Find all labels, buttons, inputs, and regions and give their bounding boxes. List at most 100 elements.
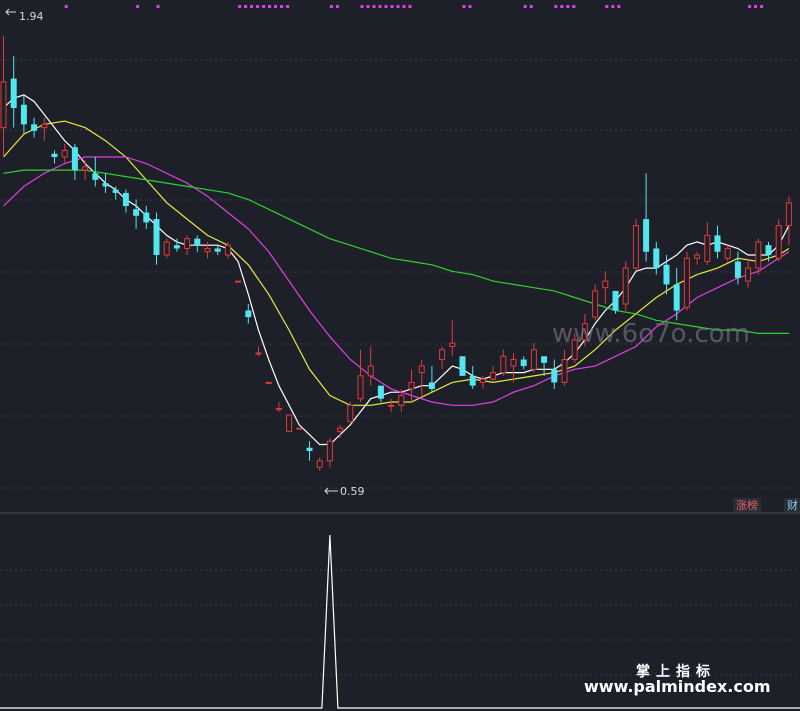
- candle-body: [31, 124, 38, 131]
- candle-body: [326, 440, 333, 462]
- candle-up: [500, 349, 507, 376]
- candle-up: [724, 245, 731, 262]
- svg-text:财: 财: [787, 498, 798, 512]
- signal-marker: [384, 5, 388, 8]
- candle-body: [102, 183, 109, 187]
- candle-down: [653, 241, 660, 275]
- candle-body: [418, 365, 425, 374]
- low-price-label: 0.59: [340, 485, 365, 498]
- candle-up: [530, 343, 537, 373]
- signal-marker: [256, 5, 260, 8]
- signal-marker: [274, 5, 278, 8]
- candle-down: [551, 359, 558, 389]
- candle-body: [214, 248, 221, 252]
- finance-tag[interactable]: 财: [784, 498, 800, 512]
- candle-up: [694, 251, 701, 265]
- signal-marker: [366, 5, 370, 8]
- signal-marker: [268, 5, 272, 8]
- candle-body: [663, 264, 670, 285]
- candle-up: [592, 284, 599, 321]
- candle-up: [265, 381, 272, 384]
- candle-up: [388, 398, 395, 412]
- candle-up: [632, 219, 639, 272]
- signal-marker: [329, 5, 333, 8]
- signal-marker: [572, 5, 576, 8]
- signal-marker: [754, 5, 758, 8]
- candle-body: [133, 209, 140, 216]
- candle-body: [694, 254, 701, 259]
- candle-body: [653, 248, 660, 269]
- signal-marker: [408, 5, 412, 8]
- candle-down: [612, 290, 619, 314]
- signal-marker: [566, 5, 570, 8]
- candle-body: [490, 372, 497, 380]
- candle-body: [683, 257, 690, 308]
- low-annotation: 0.59: [324, 485, 365, 498]
- candle-up: [286, 414, 293, 432]
- moving-average-line: [3, 94, 790, 446]
- candle-up: [785, 196, 792, 246]
- candle-down: [71, 143, 78, 180]
- candle-body: [734, 261, 741, 278]
- candle-body: [41, 123, 48, 129]
- candle-body: [785, 202, 792, 227]
- candle-down: [214, 245, 221, 255]
- candle-down: [469, 366, 476, 389]
- candle-body: [439, 349, 446, 361]
- candle-body: [122, 192, 129, 206]
- signal-marker: [286, 5, 290, 8]
- candle-down: [459, 356, 466, 376]
- candle-body: [449, 342, 456, 347]
- signal-marker: [378, 5, 382, 8]
- candle-body: [204, 247, 211, 253]
- candle-body: [592, 290, 599, 318]
- candle-up: [275, 402, 282, 412]
- signal-marker: [605, 5, 609, 8]
- candle-body: [112, 189, 119, 193]
- candle-body: [704, 234, 711, 263]
- candle-up: [490, 366, 497, 383]
- candle-body: [469, 375, 476, 386]
- candle-body: [10, 78, 17, 108]
- signal-marker: [396, 5, 400, 8]
- moving-averages: [3, 94, 790, 446]
- candle-body: [92, 173, 99, 180]
- candle-body: [765, 245, 772, 255]
- signal-marker: [390, 5, 394, 8]
- candle-body: [163, 241, 170, 256]
- candle-body: [612, 290, 619, 311]
- candle-body: [194, 238, 201, 246]
- candle-body: [0, 81, 7, 129]
- candle-up: [449, 320, 456, 357]
- moving-average-line: [3, 120, 790, 406]
- candle-body: [184, 238, 191, 249]
- candle-down: [133, 199, 140, 229]
- top-markers: [64, 5, 764, 8]
- candle-up: [418, 359, 425, 396]
- candle-body: [71, 147, 78, 171]
- candle-up: [367, 346, 374, 386]
- candle-down: [194, 235, 201, 252]
- candle-body: [541, 356, 548, 363]
- limit-up-tag[interactable]: 涨榜: [733, 498, 761, 512]
- high-price-label: 1.94: [19, 10, 44, 23]
- candle-up: [683, 251, 690, 311]
- signal-marker: [760, 5, 764, 8]
- candle-body: [306, 447, 313, 451]
- candle-up: [510, 353, 517, 383]
- candle-body: [428, 382, 435, 389]
- candle-down: [541, 356, 548, 376]
- candle-body: [82, 166, 89, 171]
- candle-body: [388, 404, 395, 407]
- candle-down: [10, 55, 17, 128]
- candle-up: [704, 222, 711, 265]
- candle-body: [520, 359, 527, 367]
- candle-down: [520, 356, 527, 370]
- candle-up: [184, 235, 191, 255]
- candle-body: [275, 408, 282, 411]
- candle-body: [745, 267, 752, 282]
- candle-body: [173, 245, 180, 249]
- candle-up: [204, 241, 211, 259]
- moving-average-line: [3, 156, 790, 406]
- candle-body: [530, 349, 537, 370]
